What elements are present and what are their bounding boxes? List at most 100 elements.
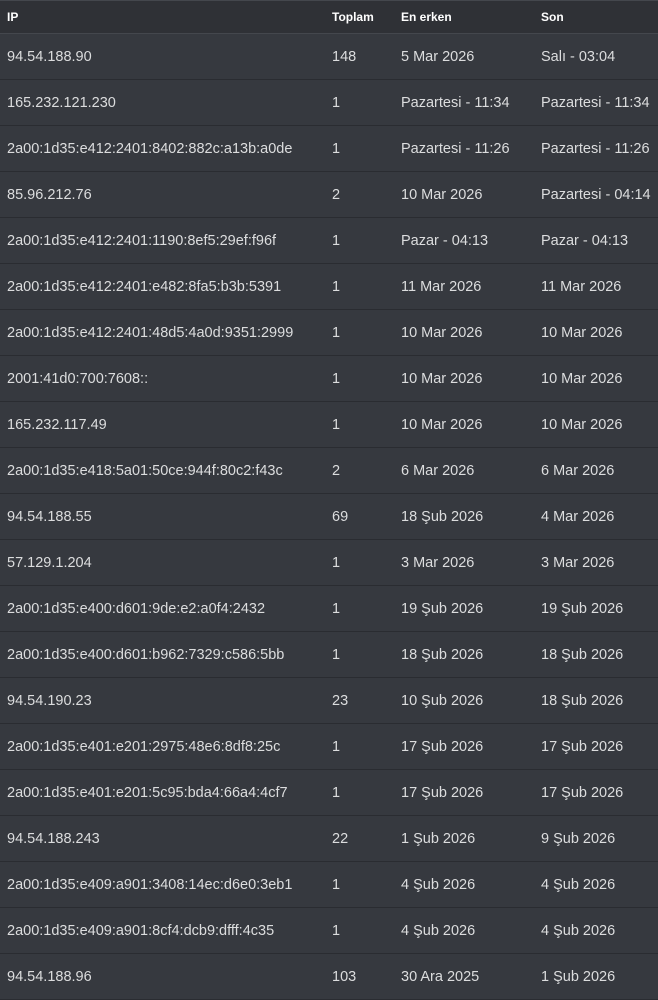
cell-last-seen: 6 Mar 2026: [534, 447, 658, 494]
cell-first-seen: 19 Şub 2026: [394, 585, 534, 632]
table-row[interactable]: 2a00:1d35:e412:2401:8402:882c:a13b:a0de 1…: [0, 125, 658, 172]
cell-ip: 94.54.188.55: [0, 493, 325, 540]
cell-last-seen: 19 Şub 2026: [534, 585, 658, 632]
column-header-last-seen[interactable]: Son: [534, 0, 658, 34]
cell-last-seen: 10 Mar 2026: [534, 401, 658, 448]
cell-ip: 2a00:1d35:e401:e201:5c95:bda4:66a4:4cf7: [0, 769, 325, 816]
table-row[interactable]: 94.54.188.96 103 30 Ara 2025 1 Şub 2026: [0, 953, 658, 1000]
table-row[interactable]: 94.54.188.55 69 18 Şub 2026 4 Mar 2026: [0, 493, 658, 540]
table-row[interactable]: 85.96.212.76 2 10 Mar 2026 Pazartesi - 04:1…: [0, 171, 658, 218]
cell-ip: 2a00:1d35:e412:2401:48d5:4a0d:9351:2999: [0, 309, 325, 356]
cell-total: 1: [325, 723, 394, 770]
table-row[interactable]: 2a00:1d35:e418:5a01:50ce:944f:80c2:f43c 2…: [0, 447, 658, 494]
cell-ip: 165.232.117.49: [0, 401, 325, 448]
table-header-row: IP Toplam En erken Son: [0, 0, 658, 34]
cell-total: 1: [325, 631, 394, 678]
column-header-total[interactable]: Toplam: [325, 0, 394, 34]
cell-total: 69: [325, 493, 394, 540]
cell-total: 1: [325, 79, 394, 126]
column-header-ip[interactable]: IP: [0, 0, 325, 34]
table-row[interactable]: 57.129.1.204 1 3 Mar 2026 3 Mar 2026: [0, 539, 658, 586]
cell-ip: 165.232.121.230: [0, 79, 325, 126]
cell-last-seen: 4 Şub 2026: [534, 861, 658, 908]
cell-total: 1: [325, 217, 394, 264]
cell-last-seen: 10 Mar 2026: [534, 309, 658, 356]
cell-ip: 2a00:1d35:e412:2401:e482:8fa5:b3b:5391: [0, 263, 325, 310]
cell-first-seen: 18 Şub 2026: [394, 493, 534, 540]
table-row[interactable]: 165.232.121.230 1 Pazartesi - 11:34 Pazarte…: [0, 79, 658, 126]
cell-last-seen: Pazartesi - 11:34: [534, 79, 658, 126]
cell-first-seen: 11 Mar 2026: [394, 263, 534, 310]
cell-first-seen: 6 Mar 2026: [394, 447, 534, 494]
table-row[interactable]: 2a00:1d35:e401:e201:2975:48e6:8df8:25c 1 1…: [0, 723, 658, 770]
table-header: IP Toplam En erken Son: [0, 0, 658, 34]
column-header-first-seen[interactable]: En erken: [394, 0, 534, 34]
cell-last-seen: 17 Şub 2026: [534, 723, 658, 770]
cell-last-seen: Salı - 03:04: [534, 33, 658, 80]
cell-ip: 2a00:1d35:e400:d601:9de:e2:a0f4:2432: [0, 585, 325, 632]
cell-last-seen: 18 Şub 2026: [534, 677, 658, 724]
cell-first-seen: 4 Şub 2026: [394, 861, 534, 908]
cell-total: 1: [325, 861, 394, 908]
table-row[interactable]: 2a00:1d35:e401:e201:5c95:bda4:66a4:4cf7 1…: [0, 769, 658, 816]
cell-first-seen: 30 Ara 2025: [394, 953, 534, 1000]
cell-ip: 2a00:1d35:e412:2401:1190:8ef5:29ef:f96f: [0, 217, 325, 264]
cell-ip: 57.129.1.204: [0, 539, 325, 586]
cell-ip: 94.54.188.243: [0, 815, 325, 862]
table-row[interactable]: 2a00:1d35:e412:2401:48d5:4a0d:9351:2999 1…: [0, 309, 658, 356]
cell-last-seen: 10 Mar 2026: [534, 355, 658, 402]
cell-total: 2: [325, 171, 394, 218]
cell-total: 2: [325, 447, 394, 494]
cell-first-seen: 17 Şub 2026: [394, 769, 534, 816]
table-row[interactable]: 94.54.190.23 23 10 Şub 2026 18 Şub 2026: [0, 677, 658, 724]
cell-last-seen: 9 Şub 2026: [534, 815, 658, 862]
cell-first-seen: 3 Mar 2026: [394, 539, 534, 586]
cell-total: 1: [325, 263, 394, 310]
table-body: 94.54.188.90 148 5 Mar 2026 Salı - 03:04 165…: [0, 33, 658, 1000]
cell-ip: 85.96.212.76: [0, 171, 325, 218]
cell-first-seen: 4 Şub 2026: [394, 907, 534, 954]
cell-total: 1: [325, 539, 394, 586]
cell-total: 23: [325, 677, 394, 724]
table-row[interactable]: 2a00:1d35:e409:a901:8cf4:dcb9:dfff:4c35 1…: [0, 907, 658, 954]
cell-ip: 2a00:1d35:e400:d601:b962:7329:c586:5bb: [0, 631, 325, 678]
table-row[interactable]: 2a00:1d35:e409:a901:3408:14ec:d6e0:3eb1 1…: [0, 861, 658, 908]
cell-total: 1: [325, 309, 394, 356]
table-row[interactable]: 2a00:1d35:e412:2401:1190:8ef5:29ef:f96f 1…: [0, 217, 658, 264]
cell-last-seen: 4 Şub 2026: [534, 907, 658, 954]
cell-total: 1: [325, 355, 394, 402]
cell-total: 1: [325, 125, 394, 172]
cell-total: 103: [325, 953, 394, 1000]
cell-last-seen: Pazar - 04:13: [534, 217, 658, 264]
cell-ip: 2a00:1d35:e418:5a01:50ce:944f:80c2:f43c: [0, 447, 325, 494]
cell-first-seen: Pazartesi - 11:34: [394, 79, 534, 126]
cell-last-seen: 3 Mar 2026: [534, 539, 658, 586]
cell-total: 148: [325, 33, 394, 80]
cell-total: 1: [325, 585, 394, 632]
cell-first-seen: 10 Mar 2026: [394, 401, 534, 448]
cell-first-seen: 10 Şub 2026: [394, 677, 534, 724]
table-row[interactable]: 2a00:1d35:e412:2401:e482:8fa5:b3b:5391 1 1…: [0, 263, 658, 310]
ip-log-table: IP Toplam En erken Son 94.54.188.90 148 5 …: [0, 0, 658, 1000]
cell-ip: 2001:41d0:700:7608::: [0, 355, 325, 402]
cell-last-seen: Pazartesi - 11:26: [534, 125, 658, 172]
table-row[interactable]: 2001:41d0:700:7608:: 1 10 Mar 2026 10 Mar 2…: [0, 355, 658, 402]
cell-first-seen: 10 Mar 2026: [394, 171, 534, 218]
cell-last-seen: Pazartesi - 04:14: [534, 171, 658, 218]
cell-ip: 2a00:1d35:e409:a901:3408:14ec:d6e0:3eb1: [0, 861, 325, 908]
cell-first-seen: 5 Mar 2026: [394, 33, 534, 80]
cell-ip: 94.54.190.23: [0, 677, 325, 724]
table-row[interactable]: 94.54.188.243 22 1 Şub 2026 9 Şub 2026: [0, 815, 658, 862]
cell-last-seen: 18 Şub 2026: [534, 631, 658, 678]
cell-last-seen: 4 Mar 2026: [534, 493, 658, 540]
cell-ip: 2a00:1d35:e401:e201:2975:48e6:8df8:25c: [0, 723, 325, 770]
table-row[interactable]: 94.54.188.90 148 5 Mar 2026 Salı - 03:04: [0, 33, 658, 80]
cell-last-seen: 17 Şub 2026: [534, 769, 658, 816]
cell-ip: 2a00:1d35:e409:a901:8cf4:dcb9:dfff:4c35: [0, 907, 325, 954]
cell-first-seen: 10 Mar 2026: [394, 309, 534, 356]
table-row[interactable]: 165.232.117.49 1 10 Mar 2026 10 Mar 2026: [0, 401, 658, 448]
table-row[interactable]: 2a00:1d35:e400:d601:9de:e2:a0f4:2432 1 19 …: [0, 585, 658, 632]
cell-first-seen: 1 Şub 2026: [394, 815, 534, 862]
table-row[interactable]: 2a00:1d35:e400:d601:b962:7329:c586:5bb 1 1…: [0, 631, 658, 678]
cell-first-seen: Pazar - 04:13: [394, 217, 534, 264]
